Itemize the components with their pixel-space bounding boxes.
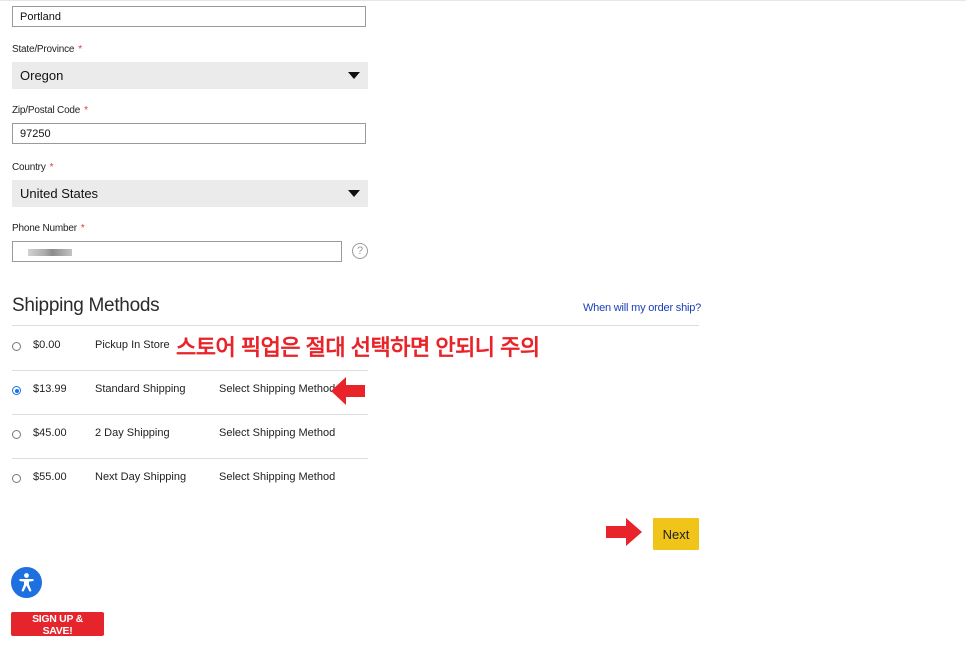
country-select[interactable]: United States — [12, 180, 368, 207]
radio-standard[interactable] — [12, 386, 21, 395]
shipping-method-name: 2 Day Shipping — [95, 427, 170, 439]
select-shipping-method: Select Shipping Method — [219, 427, 336, 439]
country-label: Country * — [12, 162, 54, 173]
zip-label-text: Zip/Postal Code — [12, 105, 81, 116]
next-button[interactable]: Next — [653, 518, 699, 550]
state-select[interactable]: Oregon — [12, 62, 368, 89]
right-arrow-icon — [606, 518, 642, 546]
section-divider — [12, 325, 699, 326]
required-asterisk: * — [78, 44, 82, 55]
question-circle-icon[interactable]: ? — [352, 243, 368, 259]
signup-save-button[interactable]: SIGN UP & SAVE! — [11, 612, 104, 637]
select-shipping-method: Select Shipping Method — [219, 471, 336, 483]
shipping-option[interactable]: $55.00 Next Day Shipping Select Shipping… — [12, 465, 368, 495]
required-asterisk: * — [80, 223, 85, 234]
state-label: State/Province * — [12, 44, 82, 55]
shipping-price: $13.99 — [33, 383, 67, 395]
shipping-option[interactable]: $13.99 Standard Shipping Select Shipping… — [12, 377, 368, 407]
required-asterisk: * — [49, 162, 54, 173]
shipping-method-name: Pickup In Store — [95, 339, 170, 351]
top-divider — [0, 0, 966, 1]
radio-pickup[interactable] — [12, 342, 21, 351]
chevron-down-icon — [348, 190, 360, 197]
shipping-method-name: Standard Shipping — [95, 383, 186, 395]
radio-nextday[interactable] — [12, 474, 21, 483]
accessibility-person-icon — [19, 573, 34, 592]
phone-label-text: Phone Number — [12, 223, 77, 234]
zip-value: 97250 — [20, 127, 51, 140]
country-label-text: Country — [12, 162, 46, 173]
shipping-methods-title: Shipping Methods — [12, 295, 160, 316]
phone-value-redacted — [28, 249, 72, 256]
required-asterisk: * — [84, 105, 88, 116]
radio-2day[interactable] — [12, 430, 21, 439]
select-shipping-method: Select Shipping Method — [219, 383, 336, 395]
warning-annotation: 스토어 픽업은 절대 선택하면 안되니 주의 — [176, 335, 540, 360]
zip-input[interactable]: 97250 — [12, 123, 366, 144]
state-value: Oregon — [20, 68, 64, 83]
city-input[interactable]: Portland — [12, 6, 366, 27]
shipping-option[interactable]: $45.00 2 Day Shipping Select Shipping Me… — [12, 421, 368, 451]
shipping-price: $45.00 — [33, 427, 67, 439]
phone-label: Phone Number * — [12, 223, 85, 234]
city-value: Portland — [20, 10, 61, 23]
chevron-down-icon — [348, 72, 360, 79]
left-arrow-icon — [331, 377, 365, 405]
shipping-price: $55.00 — [33, 471, 67, 483]
zip-label: Zip/Postal Code * — [12, 105, 88, 116]
shipping-price: $0.00 — [33, 339, 61, 351]
row-divider — [12, 370, 368, 371]
country-value: United States — [20, 186, 99, 201]
accessibility-button[interactable] — [11, 567, 42, 598]
shipping-method-name: Next Day Shipping — [95, 471, 187, 483]
row-divider — [12, 414, 368, 415]
order-ship-link[interactable]: When will my order ship? — [583, 302, 701, 314]
row-divider — [12, 458, 368, 459]
state-label-text: State/Province — [12, 44, 75, 55]
